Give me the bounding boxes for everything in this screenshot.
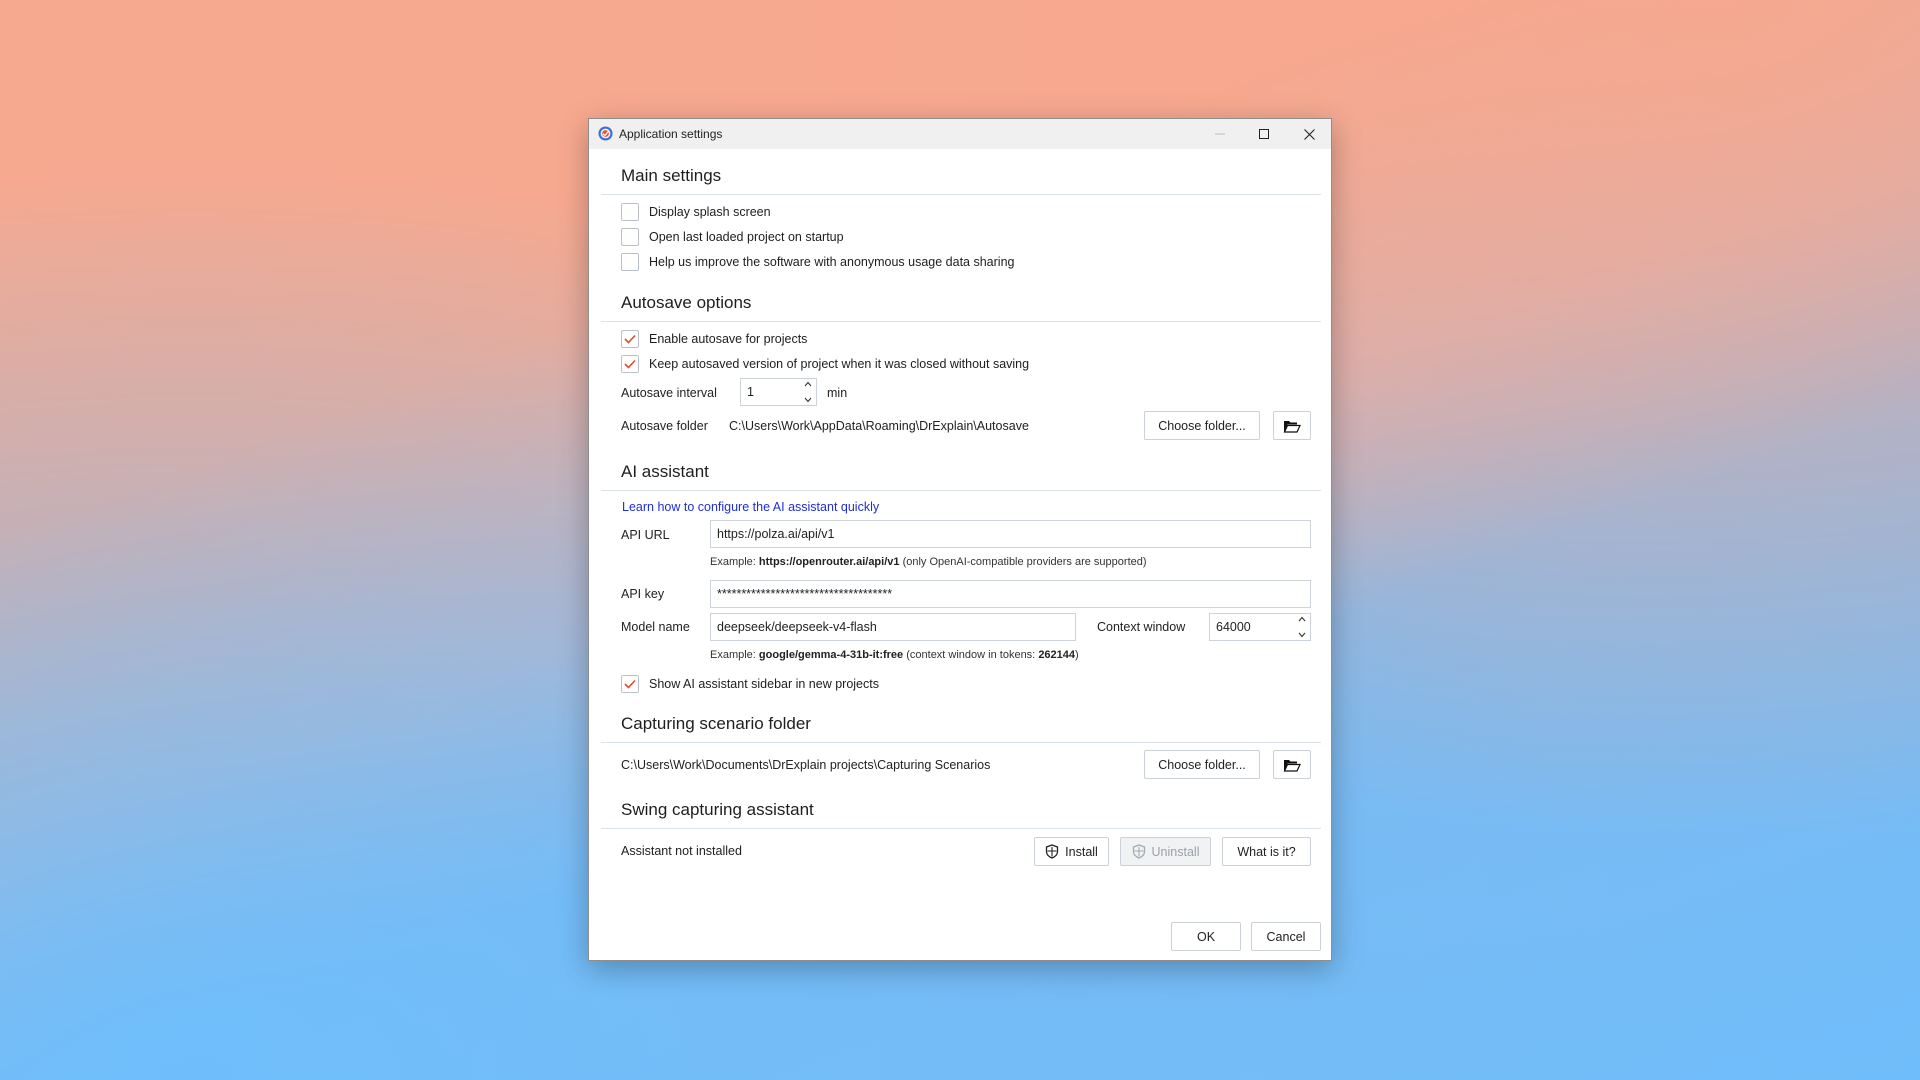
context-window-value: 64000 [1216,620,1251,634]
api-key-value: ************************************ [717,587,893,601]
api-url-example-prefix: Example: [710,556,756,568]
model-example-value: google/gemma-4-31b-it:free [758,649,904,661]
ok-button[interactable]: OK [1171,922,1241,951]
autosave-folder-path: C:\Users\Work\AppData\Roaming\DrExplain\… [729,419,1029,433]
cancel-label: Cancel [1266,929,1306,944]
api-url-example: Example: https://openrouter.ai/api/v1 (o… [710,556,1147,568]
ok-label: OK [1196,929,1216,944]
main-settings-title: Main settings [621,166,722,185]
choose-folder-label: Choose folder... [1158,418,1246,433]
api-url-label: API URL [621,528,670,542]
usage-sharing-option[interactable]: Help us improve the software with anonym… [621,252,1014,272]
autosave-folder-label: Autosave folder [621,419,708,433]
api-key-label: API key [621,587,665,601]
title-bar[interactable]: Application settings [589,119,1331,149]
ai-assistant-title: AI assistant [621,462,709,481]
install-button[interactable]: Install [1034,837,1109,866]
keep-autosaved-label: Keep autosaved version of project when i… [649,357,1030,371]
swing-separator [601,828,1321,829]
model-example-prefix: Example: [710,649,756,661]
close-icon [1303,128,1315,140]
model-name-label: Model name [621,620,690,634]
api-url-value: https://polza.ai/api/v1 [717,527,835,541]
autosave-interval-input[interactable]: 1 [740,378,817,406]
show-ai-sidebar-label: Show AI assistant sidebar in new project… [649,677,879,691]
autosave-interval-unit: min [827,386,848,400]
autosave-separator [601,321,1321,322]
autosave-options-title: Autosave options [621,293,752,312]
api-url-example-value: https://openrouter.ai/api/v1 [758,556,900,568]
autosave-open-folder-button[interactable] [1273,411,1311,440]
display-splash-checkbox[interactable] [621,203,639,221]
checkmark-icon [624,334,636,344]
choose-folder-label: Choose folder... [1158,757,1246,772]
open-folder-icon [1283,420,1301,433]
spin-up-icon[interactable] [804,381,812,387]
what-is-it-button[interactable]: What is it? [1222,837,1311,866]
model-example-note-open: (context window in tokens: [906,649,1036,661]
maximize-icon [1259,129,1269,139]
settings-dialog: Application settings Main settings Displ… [588,118,1332,961]
swing-assistant-title: Swing capturing assistant [621,800,814,819]
model-example-note-close: ) [1075,649,1079,661]
spin-down-icon[interactable] [1298,632,1306,638]
usage-sharing-checkbox[interactable] [621,253,639,271]
cancel-button[interactable]: Cancel [1251,922,1321,951]
spin-up-icon[interactable] [1298,616,1306,622]
model-name-value: deepseek/deepseek-v4-flash [717,620,877,634]
show-ai-sidebar-checkbox[interactable] [621,675,639,693]
usage-sharing-label: Help us improve the software with anonym… [649,255,1015,269]
display-splash-option[interactable]: Display splash screen [621,202,771,222]
autosave-interval-value: 1 [747,385,754,399]
api-key-input[interactable]: ************************************ [710,580,1311,608]
what-is-it-label: What is it? [1237,844,1296,859]
enable-autosave-checkbox[interactable] [621,330,639,348]
ai-learn-link[interactable]: Learn how to configure the AI assistant … [622,500,879,514]
checkmark-icon [624,679,636,689]
autosave-interval-stepper[interactable] [802,381,814,403]
open-folder-icon [1283,759,1301,772]
open-last-project-label: Open last loaded project on startup [649,230,844,244]
model-name-input[interactable]: deepseek/deepseek-v4-flash [710,613,1076,641]
swing-status-text: Assistant not installed [621,844,742,858]
ai-separator [601,490,1321,491]
app-logo-icon [598,126,613,141]
api-url-example-note: (only OpenAI-compatible providers are su… [902,556,1147,568]
enable-autosave-label: Enable autosave for projects [649,332,808,346]
main-settings-separator [601,194,1321,195]
context-window-label: Context window [1097,620,1186,634]
enable-autosave-option[interactable]: Enable autosave for projects [621,329,807,349]
window-title: Application settings [619,127,723,141]
autosave-choose-folder-button[interactable]: Choose folder... [1144,411,1260,440]
keep-autosaved-checkbox[interactable] [621,355,639,373]
checkmark-icon [624,359,636,369]
keep-autosaved-option[interactable]: Keep autosaved version of project when i… [621,354,1029,374]
shield-icon [1132,844,1145,859]
context-window-stepper[interactable] [1296,616,1308,638]
uninstall-button[interactable]: Uninstall [1120,837,1211,866]
minimize-icon [1215,133,1225,135]
capturing-open-folder-button[interactable] [1273,750,1311,779]
capturing-separator [601,742,1321,743]
shield-icon [1046,844,1059,859]
api-url-input[interactable]: https://polza.ai/api/v1 [710,520,1311,548]
uninstall-label: Uninstall [1151,844,1200,859]
autosave-interval-label: Autosave interval [621,386,717,400]
open-last-project-checkbox[interactable] [621,228,639,246]
capturing-folder-path: C:\Users\Work\Documents\DrExplain projec… [621,758,991,772]
model-example-tokens: 262144 [1038,649,1076,661]
install-label: Install [1065,844,1098,859]
model-name-example: Example: google/gemma-4-31b-it:free (con… [710,649,1079,661]
open-last-project-option[interactable]: Open last loaded project on startup [621,227,844,247]
display-splash-label: Display splash screen [649,205,771,219]
maximize-button[interactable] [1242,119,1286,149]
capturing-choose-folder-button[interactable]: Choose folder... [1144,750,1260,779]
context-window-input[interactable]: 64000 [1209,613,1311,641]
minimize-button[interactable] [1198,119,1242,149]
show-ai-sidebar-option[interactable]: Show AI assistant sidebar in new project… [621,674,879,694]
close-button[interactable] [1287,119,1331,149]
spin-down-icon[interactable] [804,397,812,403]
capturing-folder-title: Capturing scenario folder [621,714,811,733]
